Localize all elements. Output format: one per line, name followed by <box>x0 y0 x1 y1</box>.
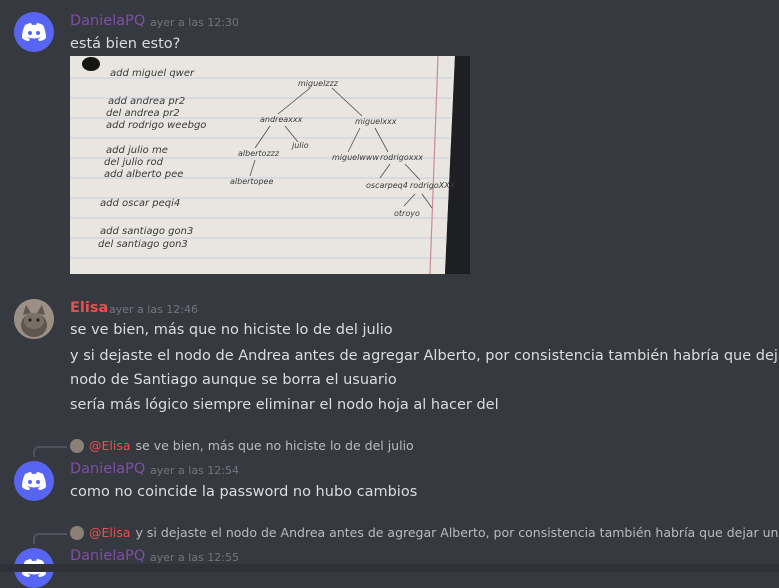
message-text: nodo de Santiago aunque se borra el usua… <box>70 372 397 388</box>
mention[interactable]: @Elisa <box>89 438 131 453</box>
timestamp: ayer a las 12:54 <box>150 464 239 477</box>
username[interactable]: DanielaPQ <box>70 461 145 477</box>
svg-text:add alberto pee: add alberto pee <box>104 169 183 180</box>
svg-text:julio: julio <box>291 141 309 150</box>
discord-logo-icon <box>22 472 46 490</box>
svg-text:add rodrigo weebgo: add rodrigo weebgo <box>106 120 206 131</box>
discord-logo-icon <box>22 23 46 41</box>
reply-spine <box>33 446 67 457</box>
cat-avatar-icon <box>14 299 54 339</box>
svg-text:add miguel qwer: add miguel qwer <box>110 68 195 79</box>
svg-text:add andrea pr2: add andrea pr2 <box>108 96 185 107</box>
svg-text:albertozzz: albertozzz <box>238 149 280 158</box>
image-attachment[interactable]: add miguel qwer add andrea pr2 del andre… <box>70 56 470 274</box>
message-text: como no coincide la password no hubo cam… <box>70 484 418 500</box>
svg-text:albertopee: albertopee <box>230 177 273 186</box>
reply-spine <box>33 533 67 544</box>
svg-text:miguelwww: miguelwww <box>332 153 379 162</box>
message-text: está bien esto? <box>70 36 181 52</box>
timestamp: ayer a las 12:46 <box>109 303 198 316</box>
scroll-edge <box>0 564 779 572</box>
svg-text:rodrigoxxx: rodrigoxxx <box>380 153 423 162</box>
svg-text:add oscar peqi4: add oscar peqi4 <box>100 198 180 209</box>
svg-text:add santiago gon3: add santiago gon3 <box>100 226 193 237</box>
svg-text:del julio rod: del julio rod <box>104 157 164 168</box>
reply-text: se ve bien, más que no hiciste lo de del… <box>135 438 414 453</box>
svg-text:miguelzzz: miguelzzz <box>298 79 339 88</box>
message-text: y si dejaste el nodo de Andrea antes de … <box>70 348 779 364</box>
svg-text:add julio me: add julio me <box>106 145 168 156</box>
message-text: sería más lógico siempre eliminar el nod… <box>70 397 499 413</box>
reply-avatar <box>70 525 84 540</box>
chat-window: { "messages": [ { "author": "DanielaPQ",… <box>0 0 779 588</box>
username[interactable]: Elisa <box>70 300 108 316</box>
timestamp: ayer a las 12:55 <box>150 551 239 564</box>
svg-text:otroyo: otroyo <box>394 209 420 218</box>
avatar-elisa[interactable] <box>14 299 54 339</box>
reply-preview[interactable]: @Elisa se ve bien, más que no hiciste lo… <box>70 438 414 453</box>
avatar-danielapq[interactable] <box>14 12 54 52</box>
svg-text:miguelxxx: miguelxxx <box>355 117 397 126</box>
mention[interactable]: @Elisa <box>89 525 131 540</box>
timestamp: ayer a las 12:30 <box>150 16 239 29</box>
reply-preview[interactable]: @Elisa y si dejaste el nodo de Andrea an… <box>70 525 779 540</box>
handwritten-notes-photo: add miguel qwer add andrea pr2 del andre… <box>70 56 470 274</box>
svg-text:rodrigoXXX: rodrigoXXX <box>410 181 456 190</box>
reply-avatar <box>70 438 84 453</box>
username[interactable]: DanielaPQ <box>70 548 145 564</box>
svg-text:del andrea pr2: del andrea pr2 <box>106 108 180 119</box>
reply-text: y si dejaste el nodo de Andrea antes de … <box>135 525 779 540</box>
svg-text:andreaxxx: andreaxxx <box>260 115 303 124</box>
message-text: se ve bien, más que no hiciste lo de del… <box>70 322 393 338</box>
username[interactable]: DanielaPQ <box>70 13 145 29</box>
svg-text:del santiago gon3: del santiago gon3 <box>98 239 188 250</box>
svg-text:oscarpeq4: oscarpeq4 <box>366 181 408 190</box>
avatar-danielapq[interactable] <box>14 461 54 501</box>
